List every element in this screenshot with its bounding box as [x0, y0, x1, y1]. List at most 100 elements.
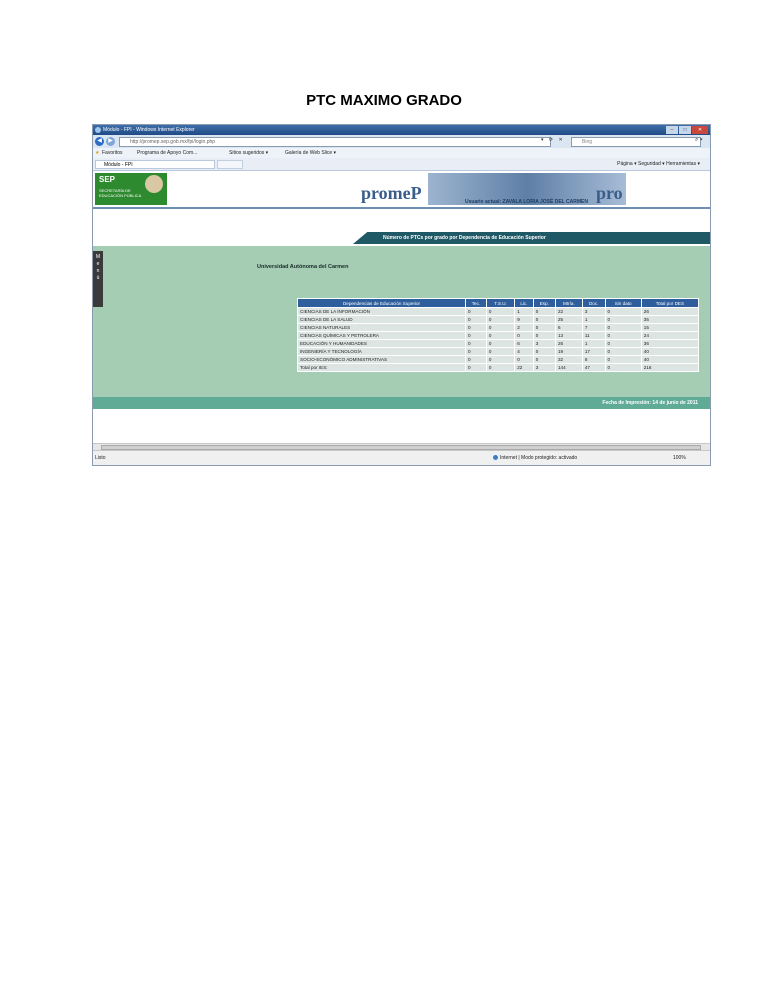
side-menu-tab[interactable]: Menú — [93, 251, 103, 307]
close-button[interactable]: ✕ — [692, 126, 708, 134]
table-cell: 0 — [604, 307, 642, 316]
table-cell: 0 — [532, 347, 556, 356]
header-divider — [93, 207, 710, 209]
table-header-cell: Tec. — [465, 298, 487, 308]
table-cell: EDUCACIÓN Y HUMANIDADES — [296, 339, 467, 348]
table-row: EDUCACIÓN Y HUMANIDADES 0 0 6 3 26 1 0 36 — [296, 339, 700, 348]
table-cell: 0 — [485, 339, 516, 348]
table-cell: 32 — [554, 355, 583, 364]
refresh-stop-icons[interactable]: ▾ ⟳ ✕ — [541, 137, 565, 143]
table-cell: 0 — [485, 307, 516, 316]
table-header-cell: T.S.U. — [485, 298, 516, 308]
sep-logo: SEP SECRETARÍA DE EDUCACIÓN PÚBLICA — [95, 173, 167, 205]
table-cell: CIENCIAS DE LA INFORMACIÓN — [296, 307, 467, 316]
table-cell: CIENCIAS DE LA SALUD — [296, 315, 467, 324]
table-cell: 25 — [554, 315, 583, 324]
table-cell: 26 — [554, 339, 583, 348]
table-cell: 2 — [514, 323, 534, 332]
table-cell: 35 — [640, 315, 700, 324]
table-cell: 0 — [465, 323, 487, 332]
table-header-cell: Esp. — [532, 298, 556, 308]
address-bar: ◀ ▶ http://promep.sep.gob.mx/fpi/login.p… — [93, 135, 710, 148]
table-cell: 9 — [514, 315, 534, 324]
table-header-cell: Dependencias de Educación Superior — [296, 298, 467, 308]
table-cell: 0 — [604, 339, 642, 348]
table-cell: 6 — [554, 323, 583, 332]
table-cell: 7 — [581, 323, 606, 332]
table-cell: 0 — [485, 323, 516, 332]
table-cell: 0 — [465, 363, 487, 372]
table-cell: 0 — [485, 363, 516, 372]
browser-screenshot: Módulo - FPI - Windows Internet Explorer… — [92, 124, 711, 466]
table-cell: 0 — [604, 355, 642, 364]
table-cell: 1 — [514, 307, 534, 316]
maximize-button[interactable]: □ — [679, 126, 691, 134]
document-title: PTC MAXIMO GRADO — [306, 92, 462, 109]
forward-button[interactable]: ▶ — [106, 137, 115, 146]
table-cell: 0 — [465, 307, 487, 316]
table-row: CIENCIAS DE LA INFORMACIÓN 0 0 1 0 22 3 0 26 — [296, 307, 700, 316]
table-header-cell: Doc. — [581, 298, 606, 308]
table-row: CIENCIAS QUÍMICAS Y PETROLERA 0 0 0 0 13 11 0 24 — [296, 331, 700, 340]
table-header-cell: Total por DES — [640, 298, 700, 308]
table-cell: 0 — [465, 315, 487, 324]
status-bar: Listo Internet | Modo protegido: activad… — [93, 450, 710, 465]
table-row: INGENIERÍA Y TECNOLOGÍA 0 0 4 0 19 17 0 40 — [296, 347, 700, 356]
table-row: CIENCIAS NATURALES 0 0 2 0 6 7 0 15 — [296, 323, 700, 332]
table-cell: 0 — [532, 323, 556, 332]
table-cell: 0 — [465, 331, 487, 340]
favorites-button[interactable]: Favoritos — [102, 150, 123, 156]
ie-logo-icon — [95, 127, 101, 133]
table-cell: 0 — [604, 315, 642, 324]
table-cell: 15 — [640, 323, 700, 332]
table-cell: 0 — [465, 355, 487, 364]
table-cell: 26 — [640, 307, 700, 316]
table-cell: 0 — [485, 347, 516, 356]
table-cell: 24 — [640, 331, 700, 340]
table-cell: 1 — [581, 339, 606, 348]
table-cell: CIENCIAS QUÍMICAS Y PETROLERA — [296, 331, 467, 340]
table-cell: SOCIO-ECONÓMICO ADMINISTRATIVAS — [296, 355, 467, 364]
window-title-bar: Módulo - FPI - Windows Internet Explorer… — [93, 125, 710, 135]
tab-modulo[interactable]: Módulo - FPI — [95, 160, 215, 169]
ptc-table: Dependencias de Educación Superior Tec. T.… — [296, 298, 700, 372]
table-cell: CIENCIAS NATURALES — [296, 323, 467, 332]
web-page: SEP SECRETARÍA DE EDUCACIÓN PÚBLICA prom… — [93, 171, 710, 442]
favorite-web-slice-gallery[interactable]: Galería de Web Slice ▾ — [285, 150, 336, 156]
table-cell: 3 — [532, 339, 556, 348]
favorite-program[interactable]: Programa de Apoyo Com... — [137, 150, 197, 156]
table-cell: 144 — [554, 363, 583, 372]
table-cell: 0 — [604, 323, 642, 332]
table-cell: Total por IES: — [296, 363, 467, 372]
new-tab-button[interactable] — [217, 160, 243, 169]
table-cell: 11 — [581, 331, 606, 340]
table-cell: 0 — [465, 339, 487, 348]
table-cell: 0 — [532, 315, 556, 324]
search-icon[interactable]: ⌕ ▾ — [695, 137, 703, 144]
table-cell: 0 — [485, 355, 516, 364]
favorites-star-icon[interactable]: ★ — [95, 150, 99, 156]
table-cell: 36 — [640, 339, 700, 348]
table-cell: 40 — [640, 347, 700, 356]
university-name: Universidad Autónoma del Carmen — [257, 264, 349, 270]
command-bar[interactable]: Página ▾ Seguridad ▾ Herramientas ▾ — [617, 161, 700, 167]
minimize-button[interactable]: – — [666, 126, 678, 134]
table-cell: 6 — [514, 339, 534, 348]
table-header-cell: Lic. — [514, 298, 534, 308]
window-title: Módulo - FPI - Windows Internet Explorer — [103, 127, 195, 133]
back-button[interactable]: ◀ — [95, 137, 104, 146]
table-cell: 22 — [514, 363, 534, 372]
table-cell: 3 — [581, 307, 606, 316]
sep-logo-text: SEP — [99, 175, 116, 184]
section-title-bar: Número de PTCs por grado por Dependencia… — [353, 232, 710, 244]
favorite-suggested-sites[interactable]: Sitios sugeridos ▾ — [229, 150, 268, 156]
zoom-level[interactable]: 100% — [673, 455, 686, 461]
search-input[interactable]: Bing — [571, 137, 701, 147]
seal-icon — [145, 175, 163, 193]
table-row: SOCIO-ECONÓMICO ADMINISTRATIVAS 0 0 0 0 32 8 0 4… — [296, 355, 700, 364]
globe-icon — [493, 455, 498, 461]
url-input[interactable]: http://promep.sep.gob.mx/fpi/login.php — [119, 137, 551, 147]
security-zone-label: Internet | Modo protegido: activado — [500, 455, 578, 461]
print-date-bar: Fecha de Impresión: 14 de junio de 2011 — [93, 397, 710, 409]
security-zone: Internet | Modo protegido: activado — [493, 455, 577, 461]
